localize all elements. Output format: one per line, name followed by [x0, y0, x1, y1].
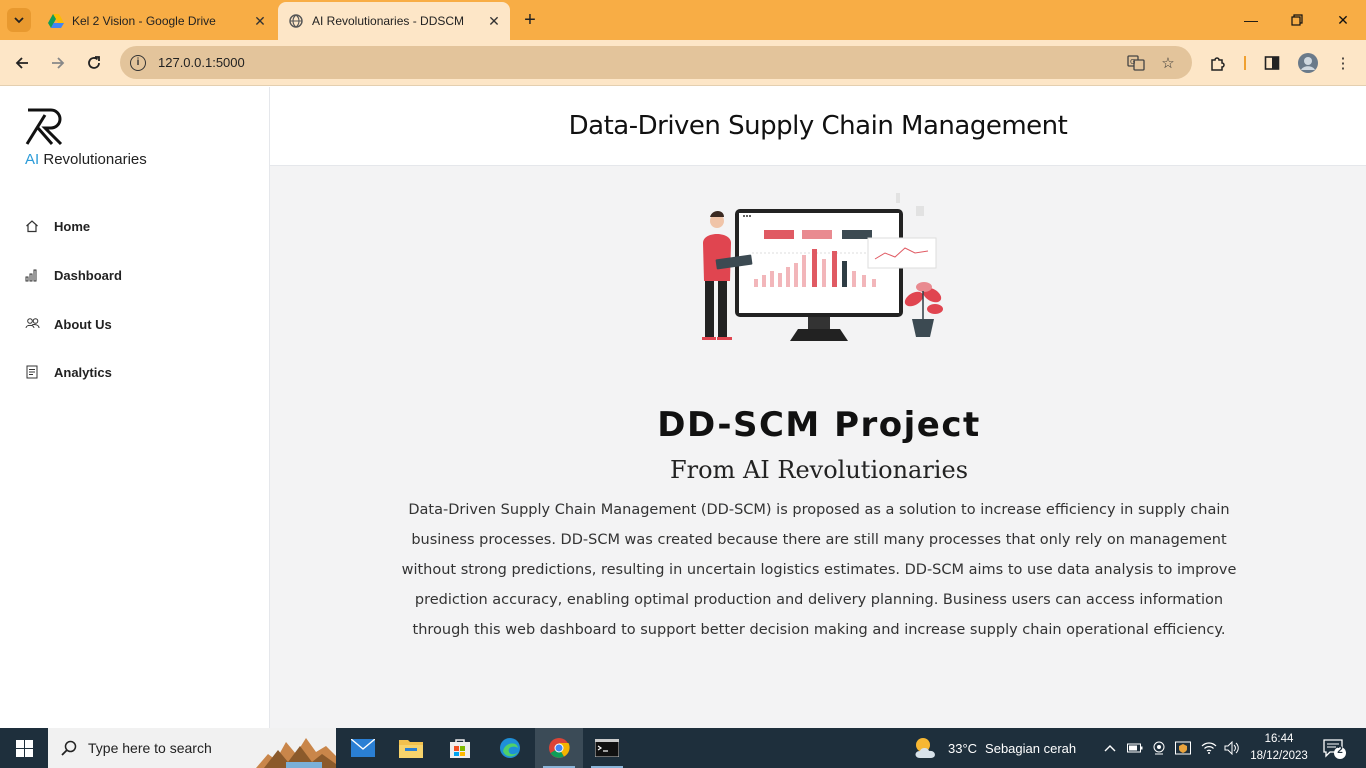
- weather-temp: 33°C: [948, 740, 978, 756]
- battery-icon[interactable]: [1124, 728, 1146, 768]
- search-icon: [60, 739, 78, 757]
- clock-date: 18/12/2023: [1250, 750, 1308, 762]
- sidebar: AI Revolutionaries Home Dashboard About …: [0, 87, 270, 728]
- back-button[interactable]: [9, 50, 35, 76]
- sidebar-item-label: About Us: [54, 316, 112, 332]
- volume-icon[interactable]: [1221, 728, 1243, 768]
- home-icon: [24, 218, 40, 234]
- folder-icon: [399, 740, 423, 758]
- translate-icon[interactable]: G: [1127, 54, 1145, 72]
- security-icon[interactable]: [1172, 728, 1194, 768]
- taskbar-store[interactable]: [436, 728, 484, 768]
- page-header: Data-Driven Supply Chain Management: [270, 87, 1366, 166]
- taskbar-search[interactable]: Type here to search: [48, 728, 336, 768]
- mail-icon: [351, 739, 375, 757]
- side-panel-icon[interactable]: [1261, 52, 1283, 74]
- brand-suffix: Revolutionaries: [39, 151, 147, 168]
- terminal-icon: [595, 739, 619, 757]
- windows-icon: [15, 739, 33, 757]
- toolbar-divider: [1244, 56, 1246, 70]
- page-title: Data-Driven Supply Chain Management: [568, 111, 1068, 141]
- arrow-right-icon: [52, 57, 65, 69]
- tab-title: AI Revolutionaries - DDSCM: [312, 14, 465, 28]
- notification-center-button[interactable]: 2: [1322, 736, 1346, 760]
- store-icon: [450, 739, 470, 758]
- forward-button[interactable]: [45, 50, 71, 76]
- google-drive-icon: [48, 13, 64, 29]
- clock[interactable]: 16:44 18/12/2023: [1246, 731, 1312, 765]
- notification-count: 2: [1337, 745, 1343, 756]
- star-icon[interactable]: ☆: [1159, 54, 1177, 72]
- webcam-icon[interactable]: [1148, 728, 1170, 768]
- weather-text: Sebagian cerah: [985, 740, 1077, 756]
- extensions-icon[interactable]: [1207, 52, 1229, 74]
- edge-icon: [500, 738, 520, 758]
- taskbar-file-explorer[interactable]: [387, 728, 435, 768]
- restore-button[interactable]: [1274, 0, 1320, 40]
- main-content: Data-Driven Supply Chain Management DD-S…: [270, 87, 1366, 728]
- chevron-down-icon: [14, 17, 24, 24]
- chevron-up-icon: [1104, 745, 1116, 752]
- taskbar-edge[interactable]: [486, 728, 534, 768]
- document-icon: [24, 364, 40, 380]
- tab-ai-revolutionaries[interactable]: AI Revolutionaries - DDSCM ✕: [278, 2, 510, 40]
- restore-icon: [1291, 14, 1303, 26]
- close-window-button[interactable]: ✕: [1320, 0, 1366, 40]
- weather-widget[interactable]: 33°C Sebagian cerah: [912, 728, 1076, 768]
- wifi-icon[interactable]: [1198, 728, 1220, 768]
- globe-icon: [288, 13, 304, 29]
- brand-prefix: AI: [25, 151, 40, 168]
- taskbar-mail[interactable]: [339, 728, 387, 768]
- sidebar-item-analytics[interactable]: Analytics: [24, 357, 244, 387]
- sidebar-item-about-us[interactable]: About Us: [24, 309, 244, 339]
- kebab-menu-icon[interactable]: ⋮: [1332, 52, 1354, 74]
- profile-avatar[interactable]: [1297, 52, 1319, 74]
- show-hidden-icons-button[interactable]: [1100, 728, 1120, 768]
- sidebar-item-label: Dashboard: [54, 267, 122, 283]
- sidebar-item-label: Home: [54, 218, 91, 234]
- tab-strip: Kel 2 Vision - Google Drive ✕ AI Revolut…: [0, 0, 1366, 40]
- reload-button[interactable]: [81, 50, 107, 76]
- tab-title: Kel 2 Vision - Google Drive: [72, 14, 216, 28]
- browser-toolbar: i 127.0.0.1:5000 G ☆ ⋮: [0, 40, 1366, 86]
- close-icon[interactable]: ✕: [484, 11, 504, 31]
- search-highlight-image: [256, 738, 336, 768]
- address-bar[interactable]: i 127.0.0.1:5000: [120, 46, 1192, 79]
- url-text[interactable]: 127.0.0.1:5000: [158, 55, 245, 70]
- taskbar: Type here to search 33°C Sebagian cerah: [0, 728, 1366, 768]
- project-subtitle: From AI Revolutionaries: [669, 456, 969, 484]
- close-icon[interactable]: ✕: [250, 11, 270, 31]
- svg-text:G: G: [1130, 58, 1135, 66]
- sidebar-item-label: Analytics: [54, 364, 112, 380]
- tab-google-drive[interactable]: Kel 2 Vision - Google Drive ✕: [38, 2, 276, 40]
- partly-sunny-icon: [915, 738, 935, 758]
- taskbar-terminal[interactable]: [583, 728, 631, 768]
- minimize-button[interactable]: —: [1228, 0, 1274, 40]
- taskbar-chrome[interactable]: [535, 728, 583, 768]
- info-icon[interactable]: i: [130, 54, 146, 71]
- arrow-left-icon: [15, 57, 28, 69]
- brand-name: AI Revolutionaries: [25, 151, 147, 168]
- new-tab-button[interactable]: +: [519, 9, 541, 31]
- reload-icon: [88, 56, 100, 69]
- chrome-icon: [549, 738, 570, 758]
- bar-chart-icon: [24, 267, 40, 283]
- tab-search-button[interactable]: [7, 8, 31, 32]
- project-description: Data-Driven Supply Chain Management (DD-…: [401, 502, 1237, 638]
- brand-logo[interactable]: [25, 108, 65, 151]
- sidebar-item-home[interactable]: Home: [24, 211, 244, 241]
- search-placeholder: Type here to search: [88, 740, 212, 756]
- logo-icon: [25, 108, 63, 146]
- sidebar-item-dashboard[interactable]: Dashboard: [24, 260, 244, 290]
- dashboard-illustration: [690, 191, 950, 346]
- start-button[interactable]: [0, 728, 48, 768]
- people-icon: [24, 316, 40, 332]
- clock-time: 16:44: [1264, 733, 1294, 745]
- project-title: DD-SCM Project: [657, 405, 981, 445]
